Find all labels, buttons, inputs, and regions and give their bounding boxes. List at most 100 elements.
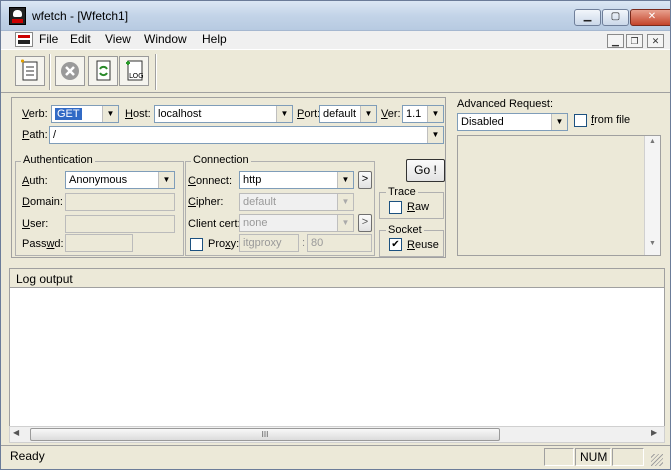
- app-icon: [9, 7, 26, 25]
- raw-label: Raw: [407, 201, 430, 213]
- status-text: Ready: [10, 449, 45, 463]
- path-select[interactable]: / ▼: [49, 126, 444, 144]
- resize-grip-icon[interactable]: [651, 454, 663, 466]
- advanced-vertical-scrollbar[interactable]: ▲ ▼: [644, 136, 660, 255]
- chevron-down-icon: ▼: [427, 106, 443, 122]
- port-label: Port:: [297, 108, 321, 120]
- mdi-restore-button[interactable]: ❐: [626, 34, 643, 48]
- chevron-down-icon: ▼: [337, 172, 353, 188]
- domain-input[interactable]: [65, 193, 175, 211]
- chevron-down-icon: ▼: [276, 106, 292, 122]
- reuse-label: Reuse: [407, 239, 439, 251]
- version-select[interactable]: 1.1 ▼: [402, 105, 444, 123]
- scroll-left-icon[interactable]: ◀: [13, 428, 19, 437]
- menu-bar: File Edit View Window Help ▁ ❐ ✕: [1, 31, 670, 49]
- status-pane-caps: [544, 448, 574, 466]
- socket-group: Socket ✔ Reuse: [379, 224, 444, 257]
- log-horizontal-scrollbar[interactable]: ◀ III ▶: [9, 426, 665, 443]
- proxy-colon: :: [302, 237, 306, 249]
- ver-label: Ver:: [381, 108, 401, 120]
- close-button[interactable]: ✕: [630, 9, 670, 26]
- chevron-down-icon: ▼: [427, 127, 443, 143]
- scroll-up-icon[interactable]: ▲: [645, 138, 660, 145]
- cipher-select[interactable]: default ▼: [239, 193, 354, 211]
- scroll-thumb[interactable]: III: [30, 428, 500, 441]
- proxy-input[interactable]: itgproxy: [239, 234, 299, 252]
- log-output-panel[interactable]: Log output: [9, 268, 665, 442]
- app-window: wfetch - [Wfetch1] ▁ ▢ ✕ File Edit View …: [0, 0, 671, 470]
- menu-help[interactable]: Help: [202, 32, 227, 46]
- log-output-header: Log output: [10, 269, 664, 288]
- advanced-request-editor[interactable]: ▲ ▼: [457, 135, 661, 256]
- host-label: Host:: [125, 108, 151, 120]
- log-icon: LOG: [126, 60, 144, 81]
- window-title: wfetch - [Wfetch1]: [32, 9, 129, 23]
- path-label: Path:: [22, 129, 48, 141]
- proxy-label: Proxy:: [208, 238, 240, 250]
- cipher-label: Cipher:: [188, 196, 224, 208]
- stop-button[interactable]: [55, 56, 85, 86]
- new-document-icon: [21, 59, 38, 81]
- auth-label: Auth:: [22, 175, 48, 187]
- title-bar: wfetch - [Wfetch1] ▁ ▢ ✕: [1, 1, 670, 31]
- authentication-title: Authentication: [21, 154, 95, 166]
- chevron-down-icon: ▼: [360, 106, 376, 122]
- go-button[interactable]: Go !: [406, 159, 445, 182]
- port-select[interactable]: default ▼: [319, 105, 377, 123]
- svg-text:LOG: LOG: [129, 72, 144, 80]
- trace-title: Trace: [386, 186, 418, 198]
- user-label: User:: [22, 218, 49, 230]
- chevron-down-icon: ▼: [102, 106, 118, 122]
- authentication-group: Authentication Auth: Anonymous ▼ Domain:…: [15, 154, 184, 256]
- cert-more-button[interactable]: >: [358, 214, 372, 232]
- passwd-label: Passwd:: [22, 238, 64, 250]
- toolbar: LOG: [1, 49, 670, 93]
- log-button[interactable]: LOG: [119, 56, 149, 86]
- password-input[interactable]: [65, 234, 133, 252]
- mdi-minimize-button[interactable]: ▁: [607, 34, 624, 48]
- status-bar: Ready NUM: [1, 445, 670, 469]
- connect-more-button[interactable]: >: [358, 171, 372, 189]
- raw-checkbox[interactable]: [389, 201, 402, 214]
- user-input[interactable]: [65, 215, 175, 233]
- client-cert-select[interactable]: none ▼: [239, 214, 354, 232]
- maximize-button[interactable]: ▢: [602, 9, 629, 26]
- auth-select[interactable]: Anonymous ▼: [65, 171, 175, 189]
- from-file-checkbox[interactable]: [574, 114, 587, 127]
- from-file-label: from file: [591, 114, 631, 126]
- connect-select[interactable]: http ▼: [239, 171, 354, 189]
- connection-group: Connection Connect: http ▼ > Cipher: def…: [185, 154, 375, 256]
- minimize-button[interactable]: ▁: [574, 9, 601, 26]
- verb-label: Verb:: [22, 108, 48, 120]
- chevron-down-icon: ▼: [551, 114, 567, 130]
- domain-label: Domain:: [22, 196, 63, 208]
- mdi-close-button[interactable]: ✕: [647, 34, 664, 48]
- host-select[interactable]: localhost ▼: [154, 105, 293, 123]
- document-icon[interactable]: [15, 32, 33, 47]
- new-request-button[interactable]: [15, 56, 45, 86]
- scroll-right-icon[interactable]: ▶: [651, 428, 657, 437]
- status-pane-scroll: [612, 448, 644, 466]
- socket-title: Socket: [386, 224, 424, 236]
- advanced-request-select[interactable]: Disabled ▼: [457, 113, 568, 131]
- trace-group: Trace Raw: [379, 186, 444, 219]
- status-pane-num: NUM: [575, 448, 611, 466]
- chevron-down-icon: ▼: [337, 194, 353, 210]
- chevron-down-icon: ▼: [158, 172, 174, 188]
- menu-file[interactable]: File: [39, 32, 58, 46]
- refresh-button[interactable]: [88, 56, 118, 86]
- proxy-checkbox[interactable]: [190, 238, 203, 251]
- connect-label: Connect:: [188, 175, 233, 187]
- connection-title: Connection: [191, 154, 251, 166]
- reuse-checkbox[interactable]: ✔: [389, 238, 402, 251]
- chevron-down-icon: ▼: [337, 215, 353, 231]
- verb-select[interactable]: GET ▼: [51, 105, 119, 123]
- refresh-icon: [96, 60, 111, 81]
- stop-icon: [61, 62, 79, 80]
- advanced-request-label: Advanced Request:: [457, 98, 554, 110]
- menu-view[interactable]: View: [105, 32, 131, 46]
- proxy-port-input[interactable]: 80: [307, 234, 372, 252]
- menu-edit[interactable]: Edit: [70, 32, 91, 46]
- menu-window[interactable]: Window: [144, 32, 187, 46]
- scroll-down-icon[interactable]: ▼: [645, 240, 660, 247]
